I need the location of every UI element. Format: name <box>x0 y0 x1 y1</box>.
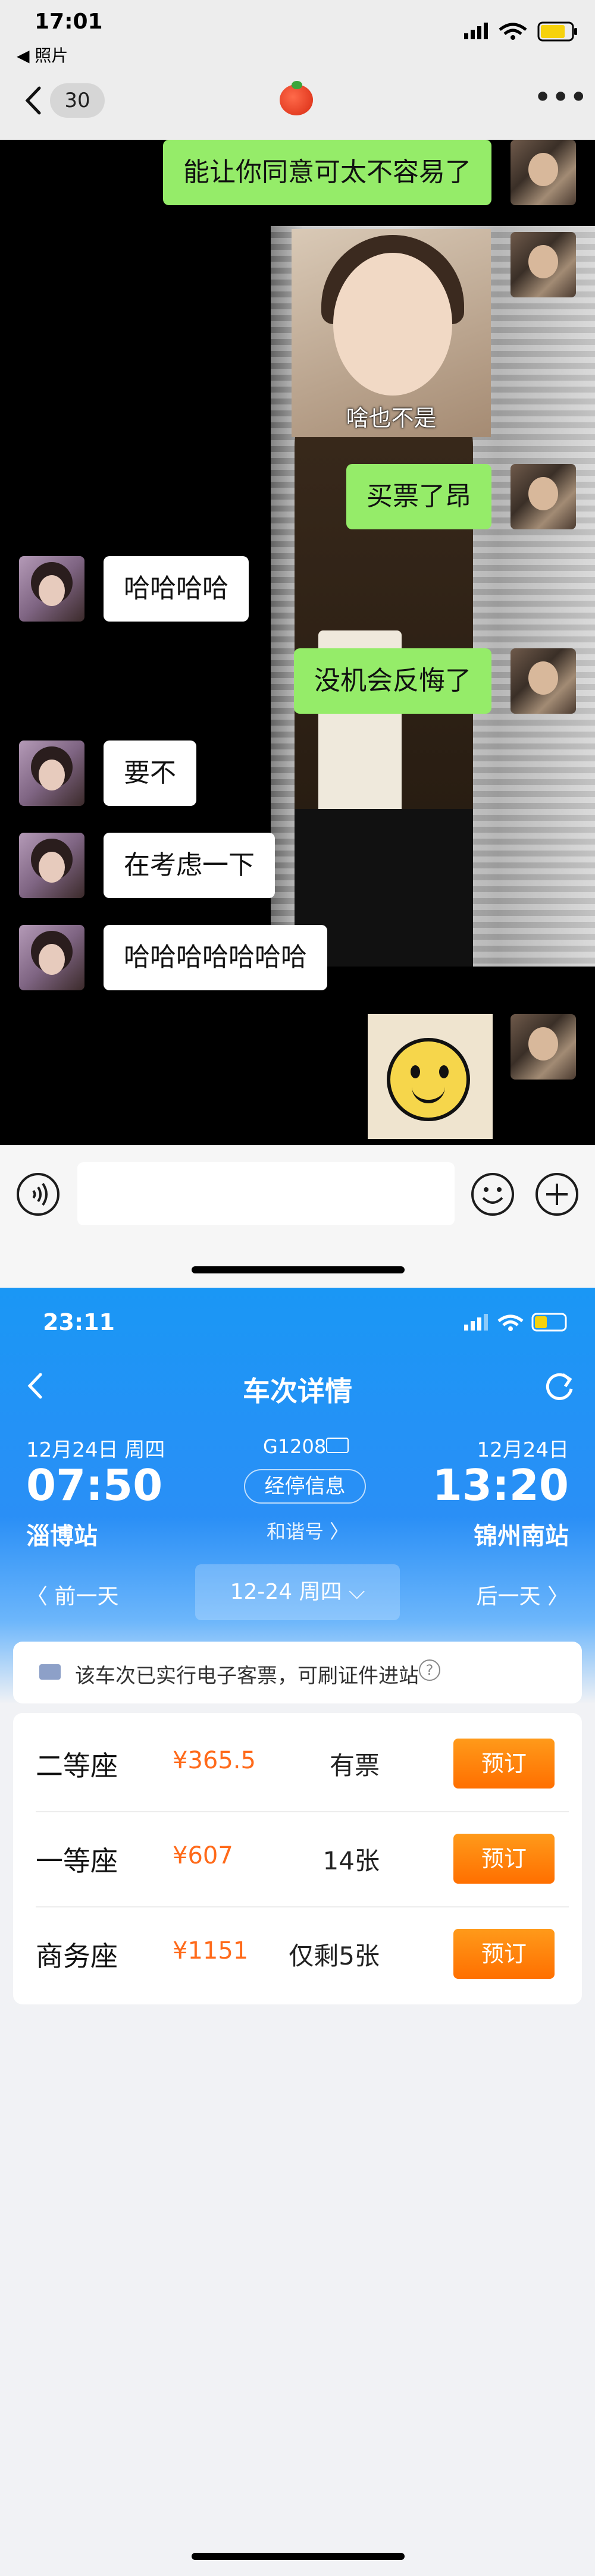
back-to-app-link[interactable]: ◀ 照片 <box>17 43 68 67</box>
current-date: 12-24 周四 <box>230 1580 342 1604</box>
my-avatar[interactable] <box>511 464 576 529</box>
refresh-icon[interactable] <box>543 1370 576 1403</box>
seat-row: 一等座 ¥607 14张 预订 <box>13 1811 582 1906</box>
tomato-icon <box>280 81 313 115</box>
my-avatar[interactable] <box>511 648 576 714</box>
my-avatar[interactable] <box>511 140 576 205</box>
message-input[interactable] <box>77 1162 455 1225</box>
unread-count-badge[interactable]: 30 <box>50 83 105 118</box>
chat-input-bar <box>0 1145 595 1288</box>
train-header: 23:11 车次详情 12月24日 周四 07:50 淄博站 G1208 经停信… <box>0 1288 595 1704</box>
my-avatar[interactable] <box>511 232 576 297</box>
add-plus-icon[interactable] <box>534 1172 580 1217</box>
status-bar: 17:01 ◀ 照片 <box>0 0 595 71</box>
back-arrow-icon[interactable] <box>23 86 44 115</box>
chat-nav-bar: 30 ••• <box>0 71 595 140</box>
prev-day-button[interactable]: 〈 前一天 <box>26 1579 118 1610</box>
my-avatar[interactable] <box>511 1014 576 1080</box>
seat-row: 商务座 ¥1151 仅剩5张 预订 <box>13 1906 582 2001</box>
seat-row: 二等座 ¥365.5 有票 预订 <box>13 1716 582 1811</box>
stops-info-button[interactable]: 经停信息 <box>244 1469 366 1504</box>
depart-date: 12月24日 周四 <box>26 1438 165 1462</box>
home-indicator <box>192 1266 405 1273</box>
seat-type: 商务座 <box>36 1940 118 1972</box>
voice-input-icon[interactable] <box>15 1172 61 1217</box>
seat-availability: 仅剩5张 <box>289 1941 380 1971</box>
chat-screenshot: 17:01 ◀ 照片 30 ••• 能让你同意可太不容易了 啥也不是 买票了昂 … <box>0 0 595 1288</box>
seat-type: 二等座 <box>36 1750 118 1782</box>
sticker-caption: 啥也不是 <box>346 405 437 431</box>
seat-availability: 14张 <box>322 1846 380 1875</box>
arrive-time: 13:20 <box>432 1460 569 1510</box>
message-bubble-received[interactable]: 要不 <box>104 741 196 806</box>
seat-price: ¥607 <box>173 1842 233 1869</box>
message-bubble-sent[interactable]: 没机会反悔了 <box>294 648 491 714</box>
book-button[interactable]: 预订 <box>453 1739 555 1789</box>
contact-avatar[interactable] <box>19 556 84 622</box>
arrive-station: 锦州南站 <box>474 1523 569 1550</box>
seat-price: ¥365.5 <box>173 1747 256 1774</box>
seat-price: ¥1151 <box>173 1937 249 1965</box>
depart-station: 淄博站 <box>26 1523 98 1550</box>
chevron-down-icon: ⌵ <box>349 1580 365 1604</box>
e-ticket-notice: 该车次已实行电子客票，可刷证件进站 ? <box>13 1642 582 1703</box>
page-title: 车次详情 <box>243 1375 352 1407</box>
contact-avatar[interactable] <box>19 833 84 898</box>
id-card-icon <box>39 1664 61 1680</box>
smiley-sticker-message[interactable] <box>368 1014 493 1139</box>
date-selector[interactable]: 12-24 周四 ⌵ <box>195 1564 400 1620</box>
sticker-message[interactable]: 啥也不是 <box>292 229 491 437</box>
notice-text: 该车次已实行电子客票，可刷证件进站 <box>75 1664 419 1688</box>
message-bubble-sent[interactable]: 能让你同意可太不容易了 <box>163 140 491 205</box>
emoji-icon[interactable] <box>470 1172 515 1217</box>
message-bubble-received[interactable]: 在考虑一下 <box>104 833 275 898</box>
contact-avatar[interactable] <box>19 925 84 990</box>
more-options-icon[interactable]: ••• <box>534 82 588 112</box>
message-bubble-received[interactable]: 哈哈哈哈哈哈哈 <box>104 925 327 990</box>
train-type-link[interactable]: 和谐号 〉 <box>267 1517 349 1544</box>
arrive-date: 12月24日 <box>477 1438 569 1462</box>
status-icons <box>464 21 577 42</box>
train-details-screenshot: 23:11 车次详情 12月24日 周四 07:50 淄博站 G1208 经停信… <box>0 1288 595 2576</box>
chat-message-area[interactable]: 能让你同意可太不容易了 啥也不是 买票了昂 哈哈哈哈 没机会反悔了 要不 在考虑… <box>0 140 595 1145</box>
train-number: G1208 <box>263 1435 327 1458</box>
status-time: 23:11 <box>43 1309 115 1335</box>
status-icons <box>464 1313 567 1332</box>
home-indicator <box>192 2553 405 2560</box>
book-button[interactable]: 预订 <box>453 1929 555 1979</box>
depart-time: 07:50 <box>26 1460 163 1510</box>
help-icon[interactable]: ? <box>419 1659 440 1681</box>
smiley-face-icon <box>387 1038 470 1121</box>
message-bubble-received[interactable]: 哈哈哈哈 <box>104 556 249 622</box>
status-time: 17:01 <box>35 10 103 34</box>
seat-availability: 有票 <box>329 1751 380 1780</box>
message-bubble-sent[interactable]: 买票了昂 <box>346 464 491 529</box>
book-button[interactable]: 预订 <box>453 1834 555 1884</box>
next-day-button[interactable]: 后一天 〉 <box>477 1579 569 1610</box>
seat-type: 一等座 <box>36 1845 118 1877</box>
id-card-icon <box>326 1438 349 1453</box>
contact-avatar[interactable] <box>19 741 84 806</box>
